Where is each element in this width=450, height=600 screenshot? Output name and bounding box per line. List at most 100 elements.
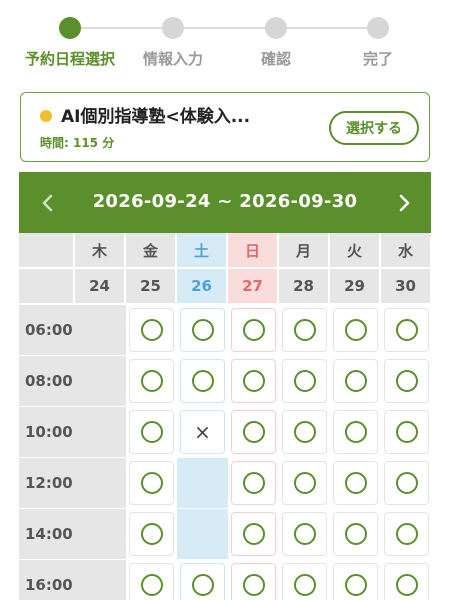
time-slot-row: 08:00 [19, 356, 432, 406]
slot-available[interactable] [381, 560, 432, 600]
slot-available[interactable] [126, 458, 177, 508]
slot-available[interactable] [381, 356, 432, 406]
slot-box [231, 308, 276, 352]
select-course-button[interactable]: 選択する [329, 111, 419, 145]
slot-available[interactable] [279, 509, 330, 559]
weekday-header: 金 [126, 233, 177, 267]
slot-box [129, 359, 174, 403]
slot-available[interactable] [330, 407, 381, 457]
slot-box [282, 359, 327, 403]
slot-box [282, 410, 327, 454]
step-dot-2 [162, 17, 184, 39]
weekday-header: 木 [75, 233, 126, 267]
slot-box [180, 359, 225, 403]
time-slot-row: 10:00 × [19, 407, 432, 457]
weekday-header: 水 [381, 233, 432, 267]
slot-available[interactable] [228, 458, 279, 508]
weekday-header: 火 [330, 233, 381, 267]
slot-available[interactable] [126, 560, 177, 600]
slot-empty [75, 305, 126, 355]
header-corner [19, 269, 75, 303]
time-label: 08:00 [19, 356, 75, 406]
date-header: 24 [75, 269, 126, 303]
slot-empty [177, 458, 228, 508]
slot-empty [75, 407, 126, 457]
circle-icon [191, 370, 214, 392]
step-dot-1 [59, 17, 81, 39]
circle-icon [242, 421, 265, 443]
slot-available[interactable] [228, 509, 279, 559]
weekday-header: 日 [228, 233, 279, 267]
slot-available[interactable] [381, 407, 432, 457]
slot-available[interactable] [177, 560, 228, 600]
slot-available[interactable] [279, 305, 330, 355]
stepper-line [70, 27, 378, 29]
circle-icon [140, 319, 163, 341]
slot-available[interactable] [381, 509, 432, 559]
circle-icon [140, 370, 163, 392]
circle-icon [344, 472, 367, 494]
course-duration: 時間: 115 分 [40, 136, 115, 150]
slot-available[interactable] [126, 509, 177, 559]
week-navigation-bar: 2026-09-24 ~ 2026-09-30 [19, 172, 431, 233]
circle-icon [293, 370, 316, 392]
slot-available[interactable] [228, 305, 279, 355]
course-title: AI個別指導塾<体験入... [61, 107, 251, 127]
circle-icon [395, 523, 418, 545]
circle-icon [395, 421, 418, 443]
time-slot-row: 14:00 [19, 509, 432, 559]
slot-available[interactable] [177, 305, 228, 355]
next-week-button[interactable] [389, 188, 419, 218]
slot-box [282, 563, 327, 600]
slot-box [231, 563, 276, 600]
slot-available[interactable] [279, 458, 330, 508]
slot-available[interactable] [126, 407, 177, 457]
slot-box [384, 359, 429, 403]
slot-box [180, 308, 225, 352]
slot-available[interactable] [279, 407, 330, 457]
date-header: 28 [279, 269, 330, 303]
step-label-schedule: 予約日程選択 [24, 50, 116, 68]
slot-box [180, 563, 225, 600]
slot-available[interactable] [381, 458, 432, 508]
slot-available[interactable] [381, 305, 432, 355]
circle-icon [191, 319, 214, 341]
circle-icon [140, 472, 163, 494]
step-label-confirm: 確認 [260, 50, 292, 68]
slot-available[interactable] [126, 356, 177, 406]
slot-available[interactable] [279, 356, 330, 406]
circle-icon [293, 472, 316, 494]
weekday-header-row: 木金土日月火水 [19, 233, 432, 267]
slot-available[interactable] [330, 509, 381, 559]
circle-icon [242, 574, 265, 596]
circle-icon [395, 574, 418, 596]
slot-available[interactable] [126, 305, 177, 355]
slot-box [384, 308, 429, 352]
step-dot-4 [367, 17, 389, 39]
time-label: 16:00 [19, 560, 75, 600]
circle-icon [395, 370, 418, 392]
slot-available[interactable] [330, 560, 381, 600]
step-dot-3 [265, 17, 287, 39]
slot-available[interactable] [330, 356, 381, 406]
circle-icon [242, 319, 265, 341]
circle-icon [293, 574, 316, 596]
slot-available[interactable] [330, 305, 381, 355]
slot-box [333, 359, 378, 403]
time-slot-row: 06:00 [19, 305, 432, 355]
slot-available[interactable] [228, 560, 279, 600]
circle-icon [140, 421, 163, 443]
circle-icon [140, 574, 163, 596]
slot-available[interactable] [279, 560, 330, 600]
slot-available[interactable] [177, 356, 228, 406]
time-label: 10:00 [19, 407, 75, 457]
slot-available[interactable] [228, 407, 279, 457]
slot-available[interactable] [330, 458, 381, 508]
slot-box [333, 461, 378, 505]
step-label-info: 情報入力 [142, 50, 204, 68]
slot-available[interactable] [228, 356, 279, 406]
time-label: 14:00 [19, 509, 75, 559]
date-header: 26 [177, 269, 228, 303]
slot-box [231, 461, 276, 505]
slot-box [384, 563, 429, 600]
